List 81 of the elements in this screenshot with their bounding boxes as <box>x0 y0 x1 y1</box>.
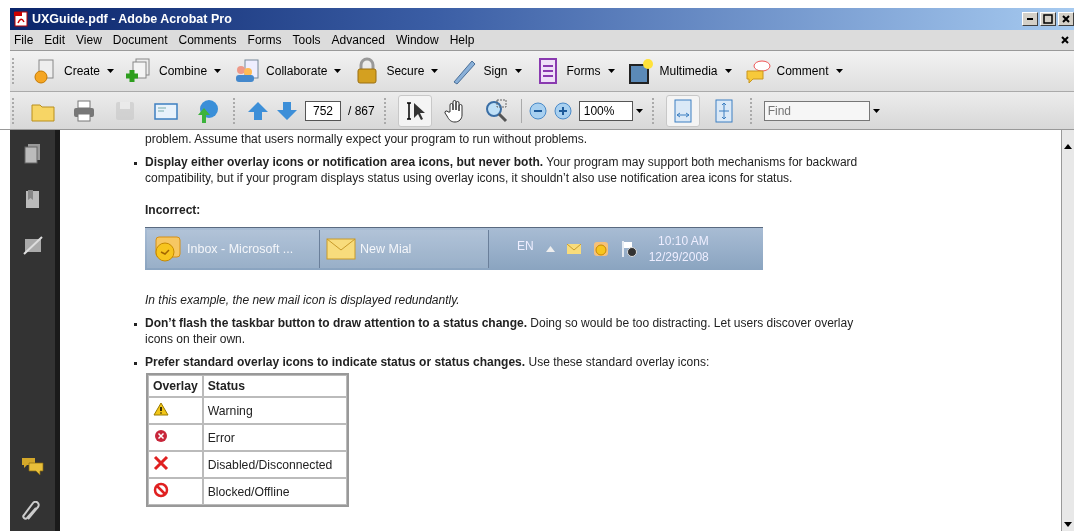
caption-text: In this example, the new mail icon is displayed redundantly. <box>145 292 461 308</box>
printer-icon <box>71 97 97 124</box>
toolbar-menu-button[interactable]: Combine <box>126 57 222 85</box>
caret-icon <box>607 69 615 73</box>
clock-time: 10:10 AM <box>658 233 709 249</box>
clock-date: 12/29/2008 <box>648 249 709 265</box>
caret-icon <box>514 69 522 73</box>
previous-page-icon[interactable] <box>247 99 269 122</box>
close-icon[interactable] <box>1060 35 1070 45</box>
toolbar-menu-button[interactable]: Multimedia <box>626 57 732 85</box>
column-header: Overlay <box>148 375 203 397</box>
page-count: / 867 <box>348 103 375 118</box>
toolbar-menu-button[interactable]: Forms <box>533 57 615 85</box>
bullet-text: Prefer standard overlay icons to indicate status or status changes. Use these standard overlay icons: <box>145 354 710 370</box>
toolbar-menu-button[interactable]: Collaborate <box>233 57 342 85</box>
pdf-file-icon <box>13 11 29 27</box>
zoom-field[interactable]: 100% <box>578 100 633 121</box>
speech-bubble-icon <box>743 57 772 85</box>
scroll-up-icon[interactable] <box>1064 144 1072 149</box>
x-icon <box>153 455 169 471</box>
page-number-field[interactable]: 752 <box>305 100 341 121</box>
menu-item[interactable]: Comments <box>178 33 237 47</box>
bullet-icon <box>134 162 137 165</box>
bullet-icon <box>134 362 137 365</box>
example-label: Incorrect: <box>145 202 202 218</box>
warning-icon <box>153 401 169 417</box>
bullet-icon <box>134 323 137 326</box>
menu-item[interactable]: File <box>14 33 34 47</box>
bullet-text: Display either overlay icons or notification area icons, but never both. Your program may support both mechanisms for backward compatibility, but if your program displays status using overlay icons, it shouldn’t also use notification area icons for status. <box>145 154 859 186</box>
select-tool-button[interactable] <box>397 94 432 127</box>
window-title: UXGuide.pdf - Adobe Acrobat Pro <box>32 12 232 26</box>
triangle-icon <box>545 246 555 252</box>
table-cell: Disabled/Disconnected <box>202 451 347 478</box>
menu-item[interactable]: Window <box>395 33 439 47</box>
table-cell: Blocked/Offline <box>202 478 347 505</box>
vertical-scrollbar[interactable] <box>1061 130 1074 531</box>
error-icon <box>153 428 169 444</box>
caret-icon <box>214 69 222 73</box>
close-icon <box>1061 14 1071 24</box>
body-text: problem. Assume that users normally expect your program to run without problems. <box>145 131 589 147</box>
menu-item[interactable]: Advanced <box>331 33 385 47</box>
dropdown-arrow-icon[interactable] <box>872 108 880 113</box>
minimize-button[interactable] <box>1022 12 1038 26</box>
language-indicator: EN <box>517 239 534 253</box>
table-cell: Warning <box>202 397 347 424</box>
minimize-icon <box>1027 18 1033 20</box>
toolbar-menu-button[interactable]: Secure <box>353 57 439 85</box>
bullet-text: Don’t flash the taskbar button to draw attention to a status change. Doing so would be too distracting. Let users discover overlay icons on their own. <box>145 315 855 347</box>
comments-panel-icon[interactable] <box>20 455 45 477</box>
toolbar-menu-button[interactable]: Create <box>31 57 115 85</box>
dropdown-arrow-icon[interactable] <box>635 108 643 113</box>
caret-icon <box>334 69 342 73</box>
zoom-in-icon[interactable] <box>553 101 572 120</box>
menu-item[interactable]: Tools <box>292 33 321 47</box>
envelope-icon <box>326 235 356 263</box>
scroll-down-icon[interactable] <box>1064 522 1072 527</box>
toolbar-menu-button[interactable]: Sign <box>450 57 522 85</box>
mail-icon <box>566 244 581 254</box>
menu-item[interactable]: Help <box>449 33 475 47</box>
menu-item[interactable]: Edit <box>44 33 66 47</box>
caret-icon <box>835 69 843 73</box>
table-cell: Error <box>202 424 347 451</box>
flag-icon <box>620 240 637 258</box>
next-page-icon[interactable] <box>276 99 298 122</box>
caret-icon <box>107 69 115 73</box>
blocked-icon <box>153 482 169 498</box>
caret-icon <box>724 69 732 73</box>
find-field[interactable]: Find <box>763 100 870 121</box>
toolbar-menu-button[interactable]: Comment <box>743 57 843 85</box>
zoom-out-icon[interactable] <box>528 101 547 120</box>
menu-item[interactable]: Document <box>112 33 168 47</box>
menu-item[interactable]: Forms <box>247 33 282 47</box>
signatures-panel-icon[interactable] <box>21 234 44 256</box>
maximize-icon <box>1043 14 1053 24</box>
menu-item[interactable]: View <box>76 33 102 47</box>
magnifier-icon <box>483 97 510 124</box>
people-document-icon <box>233 57 262 85</box>
column-header: Status <box>202 375 347 397</box>
maximize-button[interactable] <box>1040 12 1056 26</box>
close-button[interactable] <box>1058 12 1074 26</box>
caret-icon <box>431 69 439 73</box>
